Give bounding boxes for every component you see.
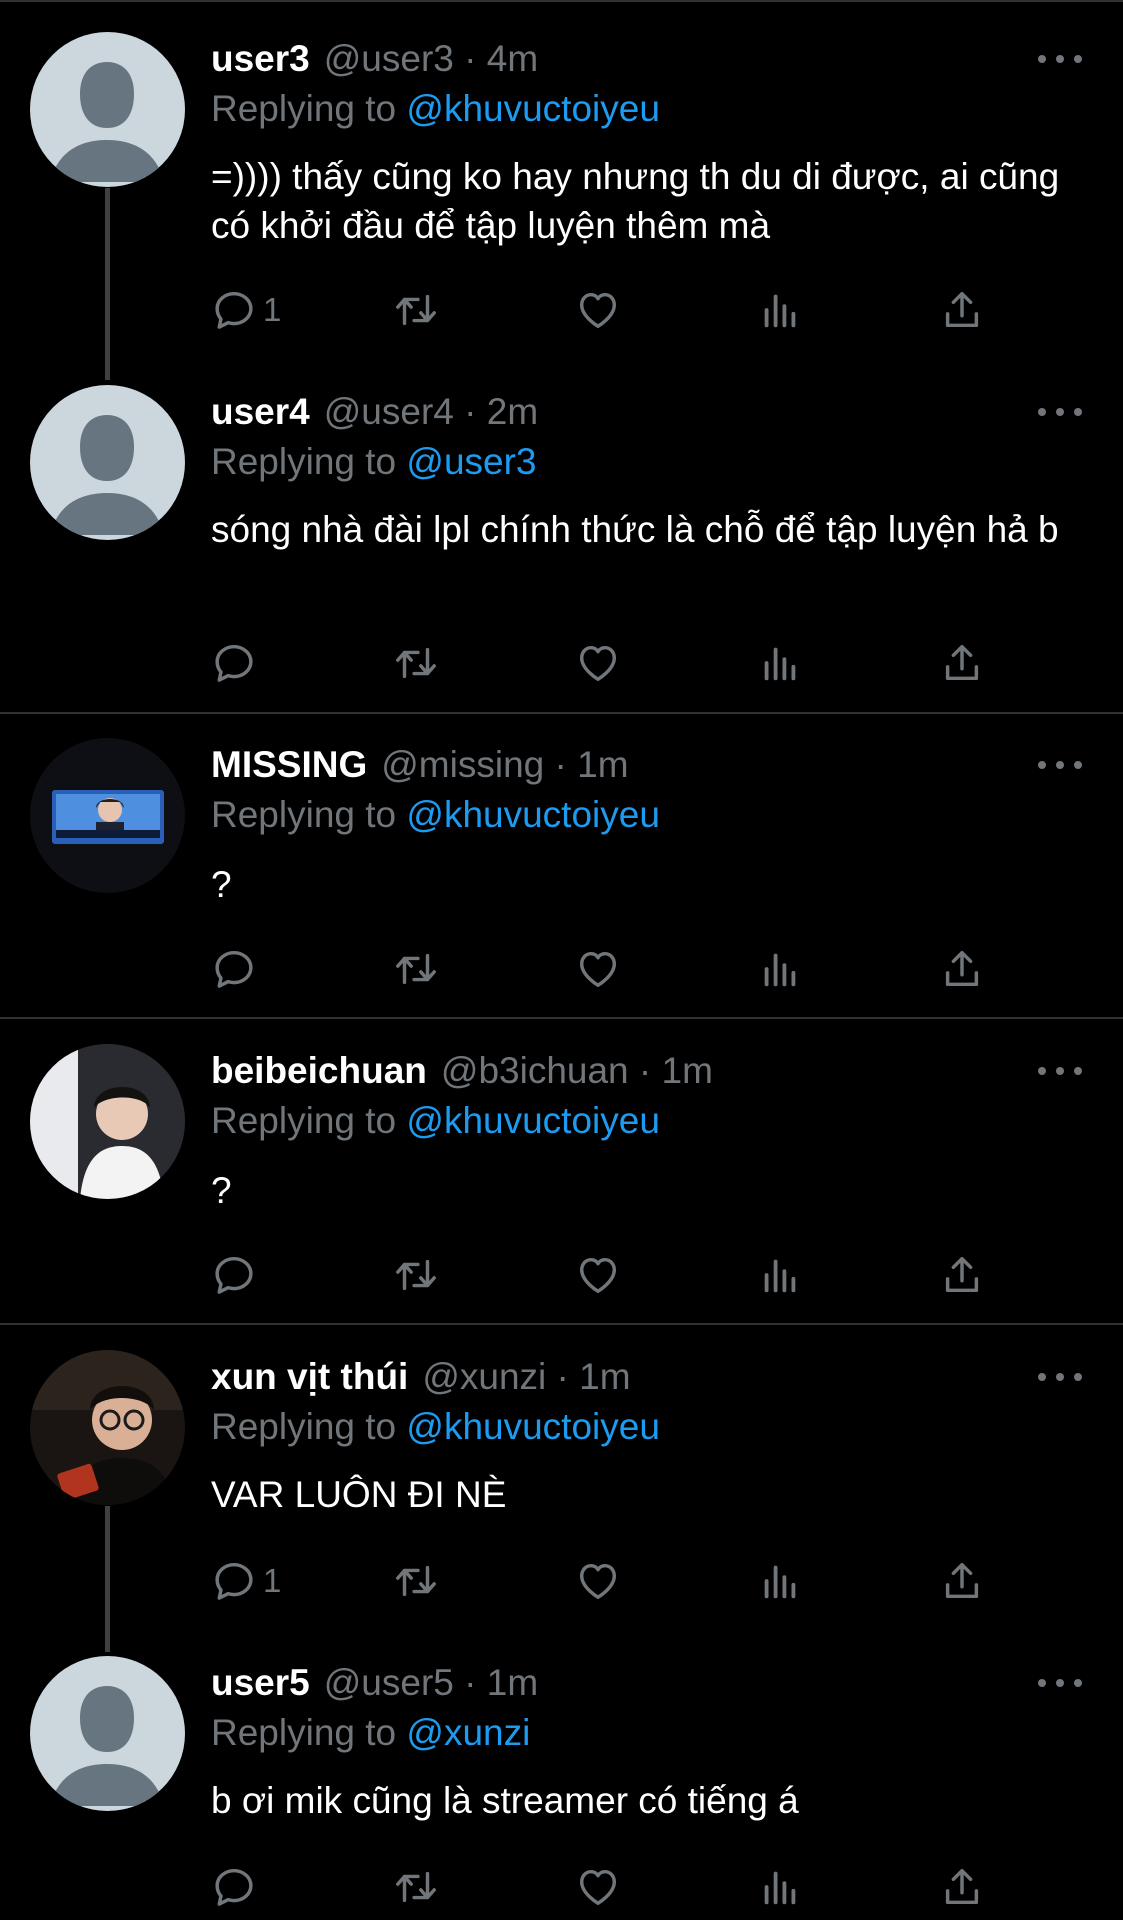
share-button[interactable] <box>939 1862 985 1912</box>
replying-to: Replying to @xunzi <box>211 1712 530 1754</box>
views-button[interactable] <box>757 1862 803 1912</box>
share-icon <box>939 1864 985 1910</box>
tweet-header: user5 @user5 · 1m <box>211 1662 538 1710</box>
user-handle[interactable]: @user5 <box>324 1662 454 1703</box>
tweet-text: b ơi mik cũng là streamer có tiếng á <box>211 1780 799 1821</box>
like-button[interactable] <box>575 1862 621 1912</box>
reply-icon <box>211 1864 257 1910</box>
display-name[interactable]: user5 <box>211 1662 310 1704</box>
more-options-icon[interactable] <box>1038 1676 1082 1690</box>
mention-link[interactable]: @xunzi <box>406 1712 530 1753</box>
replying-to-label: Replying to <box>211 1712 397 1753</box>
views-icon <box>757 1864 803 1910</box>
retweet-button[interactable] <box>393 1862 439 1912</box>
timestamp[interactable]: · 1m <box>464 1662 538 1703</box>
avatar[interactable] <box>30 1656 185 1811</box>
action-bar <box>211 1862 1011 1912</box>
default-avatar-icon <box>30 1656 185 1811</box>
tweet[interactable]: user5 @user5 · 1m Replying to @xunzi b ơ… <box>0 0 1123 1920</box>
reply-button[interactable] <box>211 1862 263 1912</box>
retweet-icon <box>393 1864 439 1910</box>
like-icon <box>575 1864 621 1910</box>
